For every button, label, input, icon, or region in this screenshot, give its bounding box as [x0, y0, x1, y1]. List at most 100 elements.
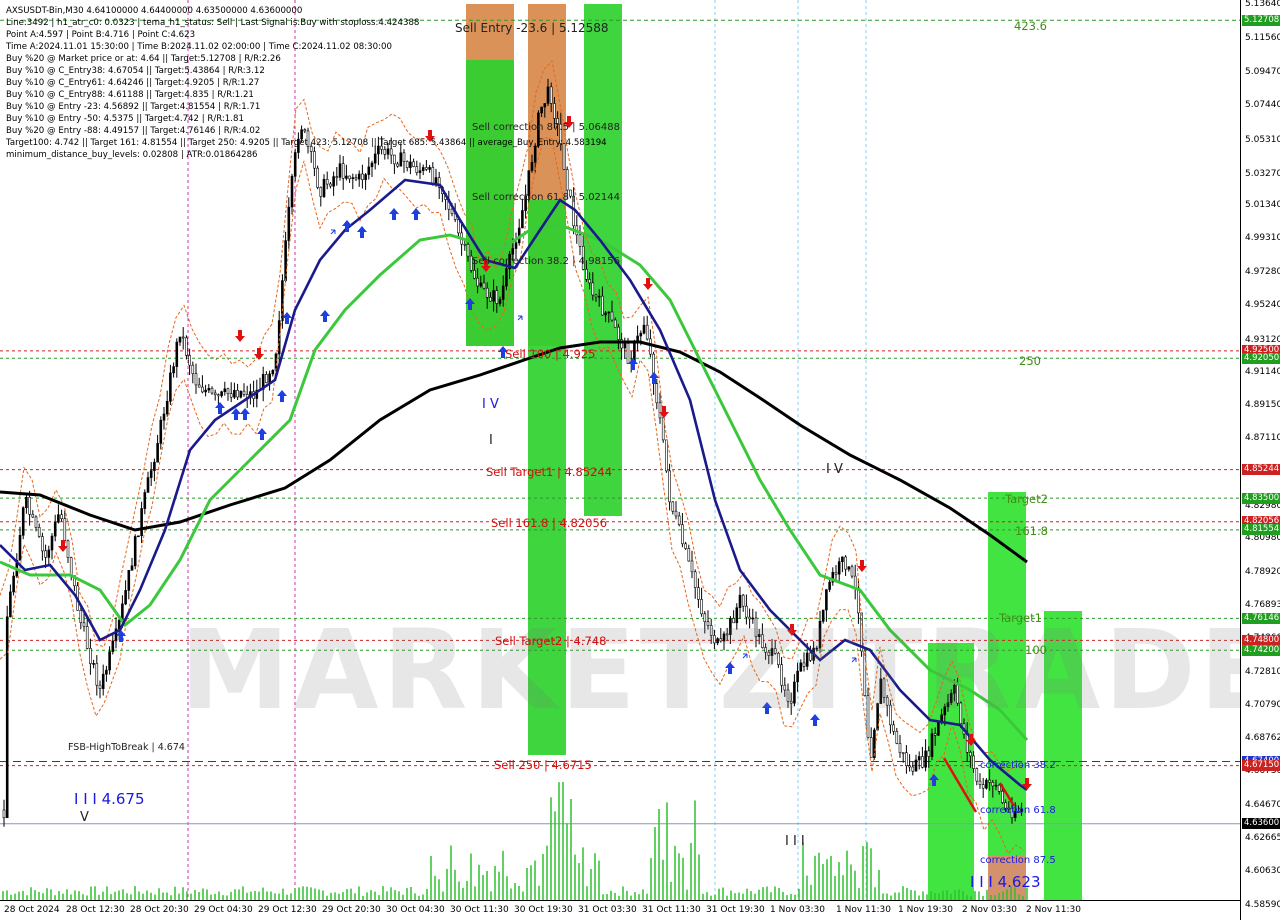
time-tick-label: 2 Nov 03:30 — [962, 905, 1017, 915]
candle-body — [642, 324, 646, 334]
candle-body — [623, 343, 627, 349]
info-line: Buy %10 @ C_Entry61: 4.64246 || Target:4… — [6, 78, 260, 88]
candle-body — [172, 366, 175, 374]
candle-body — [668, 470, 671, 503]
price-tag: 4.67150 — [1242, 760, 1280, 772]
candle-body — [975, 768, 979, 782]
candle-body — [908, 765, 911, 768]
candle-body — [930, 733, 934, 757]
candle-body — [649, 338, 652, 355]
info-line: Buy %10 @ C_Entry88: 4.61188 || Target:4… — [6, 90, 254, 100]
candle-body — [319, 187, 323, 197]
time-tick-label: 28 Oct 2024 — [4, 905, 60, 915]
candle-body — [98, 684, 102, 689]
price-tick-label: 4.64670 — [1245, 800, 1280, 811]
chart-area[interactable]: MARKETZITRADE AXSUSDT-Bin,M30 4.64100000… — [0, 0, 1240, 900]
time-axis[interactable]: 28 Oct 2024 28 Oct 12:30 28 Oct 20:30 29 Oc… — [0, 900, 1240, 921]
candle-body — [9, 591, 12, 618]
correction-382-label: correction 38.2 — [980, 760, 1056, 771]
candle-body — [82, 622, 86, 627]
candle-body — [201, 386, 204, 393]
price-tick-label: 4.93120 — [1245, 334, 1280, 345]
candle-body — [345, 175, 348, 179]
candle-body — [841, 556, 844, 562]
price-tag: 4.83500 — [1242, 492, 1280, 504]
candle-body — [969, 751, 972, 757]
candle-body — [607, 311, 611, 314]
candle-body — [31, 513, 35, 518]
candle-body — [89, 647, 92, 664]
price-tick-label: 5.01340 — [1245, 200, 1280, 211]
candle-body — [415, 166, 419, 173]
wave-i-label: I — [489, 433, 493, 448]
candle-body — [69, 557, 73, 576]
candle-body — [5, 616, 9, 818]
price-tick-label: 5.05310 — [1245, 135, 1280, 146]
candle-body — [511, 248, 515, 255]
info-line: Buy %20 @ Market price or at: 4.64 || Ta… — [6, 54, 281, 64]
candle-body — [361, 173, 364, 180]
candle-body — [693, 571, 697, 588]
candle-body — [665, 439, 668, 472]
sell-161-label: Sell 161.8 | 4.82056 — [491, 516, 608, 530]
candle-body — [188, 355, 191, 366]
wave-iv-label: I V — [826, 462, 843, 477]
buy-signal-arrow-icon — [628, 358, 638, 370]
level-100-label: 100 — [1025, 643, 1047, 657]
candle-body — [197, 384, 201, 388]
candle-body — [396, 163, 399, 167]
sell-correction-618-label: Sell correction 61.8 | 5.02144 — [472, 192, 621, 203]
candle-body — [12, 575, 15, 593]
candle-body — [671, 501, 675, 512]
candle-body — [681, 524, 684, 545]
candle-body — [837, 561, 841, 575]
price-tick-label: 4.62665 — [1245, 833, 1280, 843]
candle-body — [181, 336, 185, 339]
correction-618-label: correction 61.8 — [980, 805, 1056, 816]
candle-body — [25, 496, 28, 508]
candle-body — [655, 383, 659, 404]
candle-body — [153, 461, 156, 471]
price-tick-label: 4.60630 — [1245, 866, 1280, 877]
info-line: Time A:2024.11.01 15:30:00 | Time B:2024… — [6, 42, 392, 52]
candle-body — [492, 290, 495, 302]
candle-body — [220, 391, 223, 397]
hollow-arrow-icon — [330, 229, 336, 235]
candle-body — [588, 279, 591, 284]
price-tag: 4.81554 — [1242, 524, 1280, 536]
candle-body — [351, 177, 355, 180]
candle-body — [604, 312, 607, 316]
candle-body — [124, 590, 127, 605]
candle-body — [994, 784, 998, 787]
candle-body — [329, 183, 332, 187]
candle-body — [601, 295, 604, 316]
candle-body — [639, 332, 643, 337]
candle-body — [95, 663, 99, 686]
candle-body — [335, 176, 339, 178]
candle-body — [501, 285, 505, 300]
candle-body — [348, 175, 351, 180]
candle-body — [79, 609, 83, 623]
price-tag: 4.85244 — [1242, 464, 1280, 476]
candle-body — [121, 603, 124, 621]
candle-body — [850, 566, 854, 577]
candle-body — [207, 387, 211, 391]
candle-body — [213, 392, 217, 396]
candle-body — [191, 364, 195, 374]
candle-body — [105, 669, 108, 675]
price-tick-label: 5.11560 — [1245, 33, 1280, 43]
buy-signal-arrow-icon — [357, 226, 367, 238]
buy-signal-arrow-icon — [240, 408, 250, 420]
hollow-arrow-icon — [517, 315, 523, 321]
correction-875-label: correction 87.5 — [980, 855, 1056, 866]
candle-body — [914, 759, 918, 772]
candle-body — [565, 169, 569, 191]
watermark: MARKETZITRADE — [180, 606, 1240, 734]
candle-body — [194, 373, 198, 386]
price-axis[interactable]: 5.13640 5.11560 5.09470 5.07440 5.05310 5.032… — [1240, 0, 1280, 920]
buy-signal-arrow-icon — [257, 428, 267, 440]
candle-body — [674, 510, 678, 517]
candle-body — [367, 166, 371, 175]
candle-body — [156, 443, 159, 463]
info-line: Buy %10 @ Entry -23: 4.56892 || Target:4… — [6, 102, 261, 112]
